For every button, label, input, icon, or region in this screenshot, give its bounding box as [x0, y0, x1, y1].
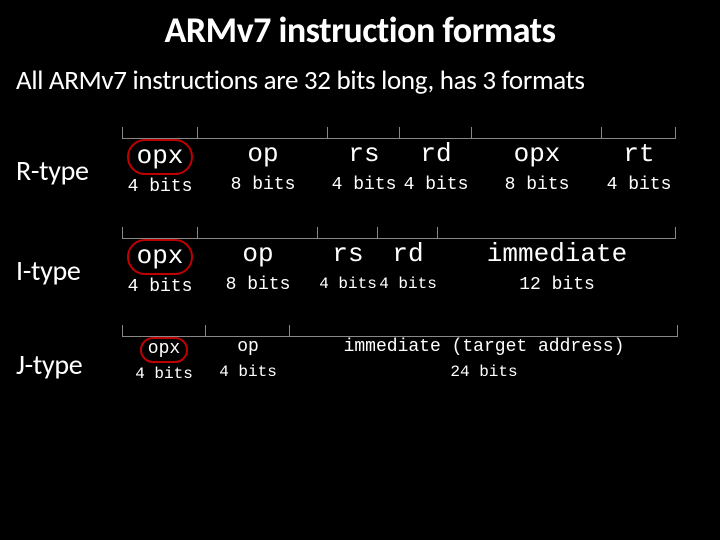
field-width: 4 bits — [128, 275, 193, 297]
field-immediate: immediate — [485, 239, 629, 273]
field-width: 4 bits — [379, 273, 437, 293]
slide-title: ARMv7 instruction formats — [0, 0, 720, 60]
field-op: op — [240, 239, 275, 273]
field-width: 24 bits — [450, 361, 517, 381]
r-type-section: R-type opx 4 bits op 8 bits rs 4 bits rd… — [0, 127, 720, 197]
field-rd: rd — [390, 239, 425, 273]
field-rs: rs — [346, 139, 381, 173]
field-immediate: immediate (target address) — [342, 337, 627, 361]
field-width: 8 bits — [505, 173, 570, 195]
slide-subtitle: All ARMv7 instructions are 32 bits long,… — [0, 60, 720, 97]
j-type-fields: opx 4 bits op 4 bits immediate (target a… — [122, 325, 678, 383]
field-opx: opx — [140, 337, 188, 363]
field-rs: rs — [330, 239, 365, 273]
i-type-label: I-type — [16, 227, 122, 288]
field-width: 4 bits — [319, 273, 377, 293]
field-width: 8 bits — [231, 173, 296, 195]
i-type-fields: opx 4 bits op 8 bits rs 4 bits rd 4 bits… — [122, 227, 676, 297]
j-type-section: J-type opx 4 bits op 4 bits immediate (t… — [0, 325, 720, 383]
field-opx: opx — [127, 239, 194, 275]
field-width: 8 bits — [226, 273, 291, 295]
field-width: 4 bits — [128, 175, 193, 197]
field-opx: opx — [127, 139, 194, 175]
field-width: 4 bits — [135, 363, 193, 383]
field-op: op — [245, 139, 280, 173]
field-width: 4 bits — [332, 173, 397, 195]
field-rt: rt — [621, 139, 656, 173]
i-type-section: I-type opx 4 bits op 8 bits rs 4 bits rd… — [0, 227, 720, 297]
field-rd: rd — [418, 139, 453, 173]
r-type-fields: opx 4 bits op 8 bits rs 4 bits rd 4 bits… — [122, 127, 676, 197]
field-op: op — [235, 337, 261, 361]
field-width: 4 bits — [404, 173, 469, 195]
field-width: 4 bits — [219, 361, 277, 381]
j-type-label: J-type — [16, 325, 122, 382]
field-opx2: opx — [512, 139, 563, 173]
r-type-label: R-type — [16, 127, 122, 188]
field-width: 4 bits — [607, 173, 672, 195]
field-width: 12 bits — [519, 273, 595, 295]
